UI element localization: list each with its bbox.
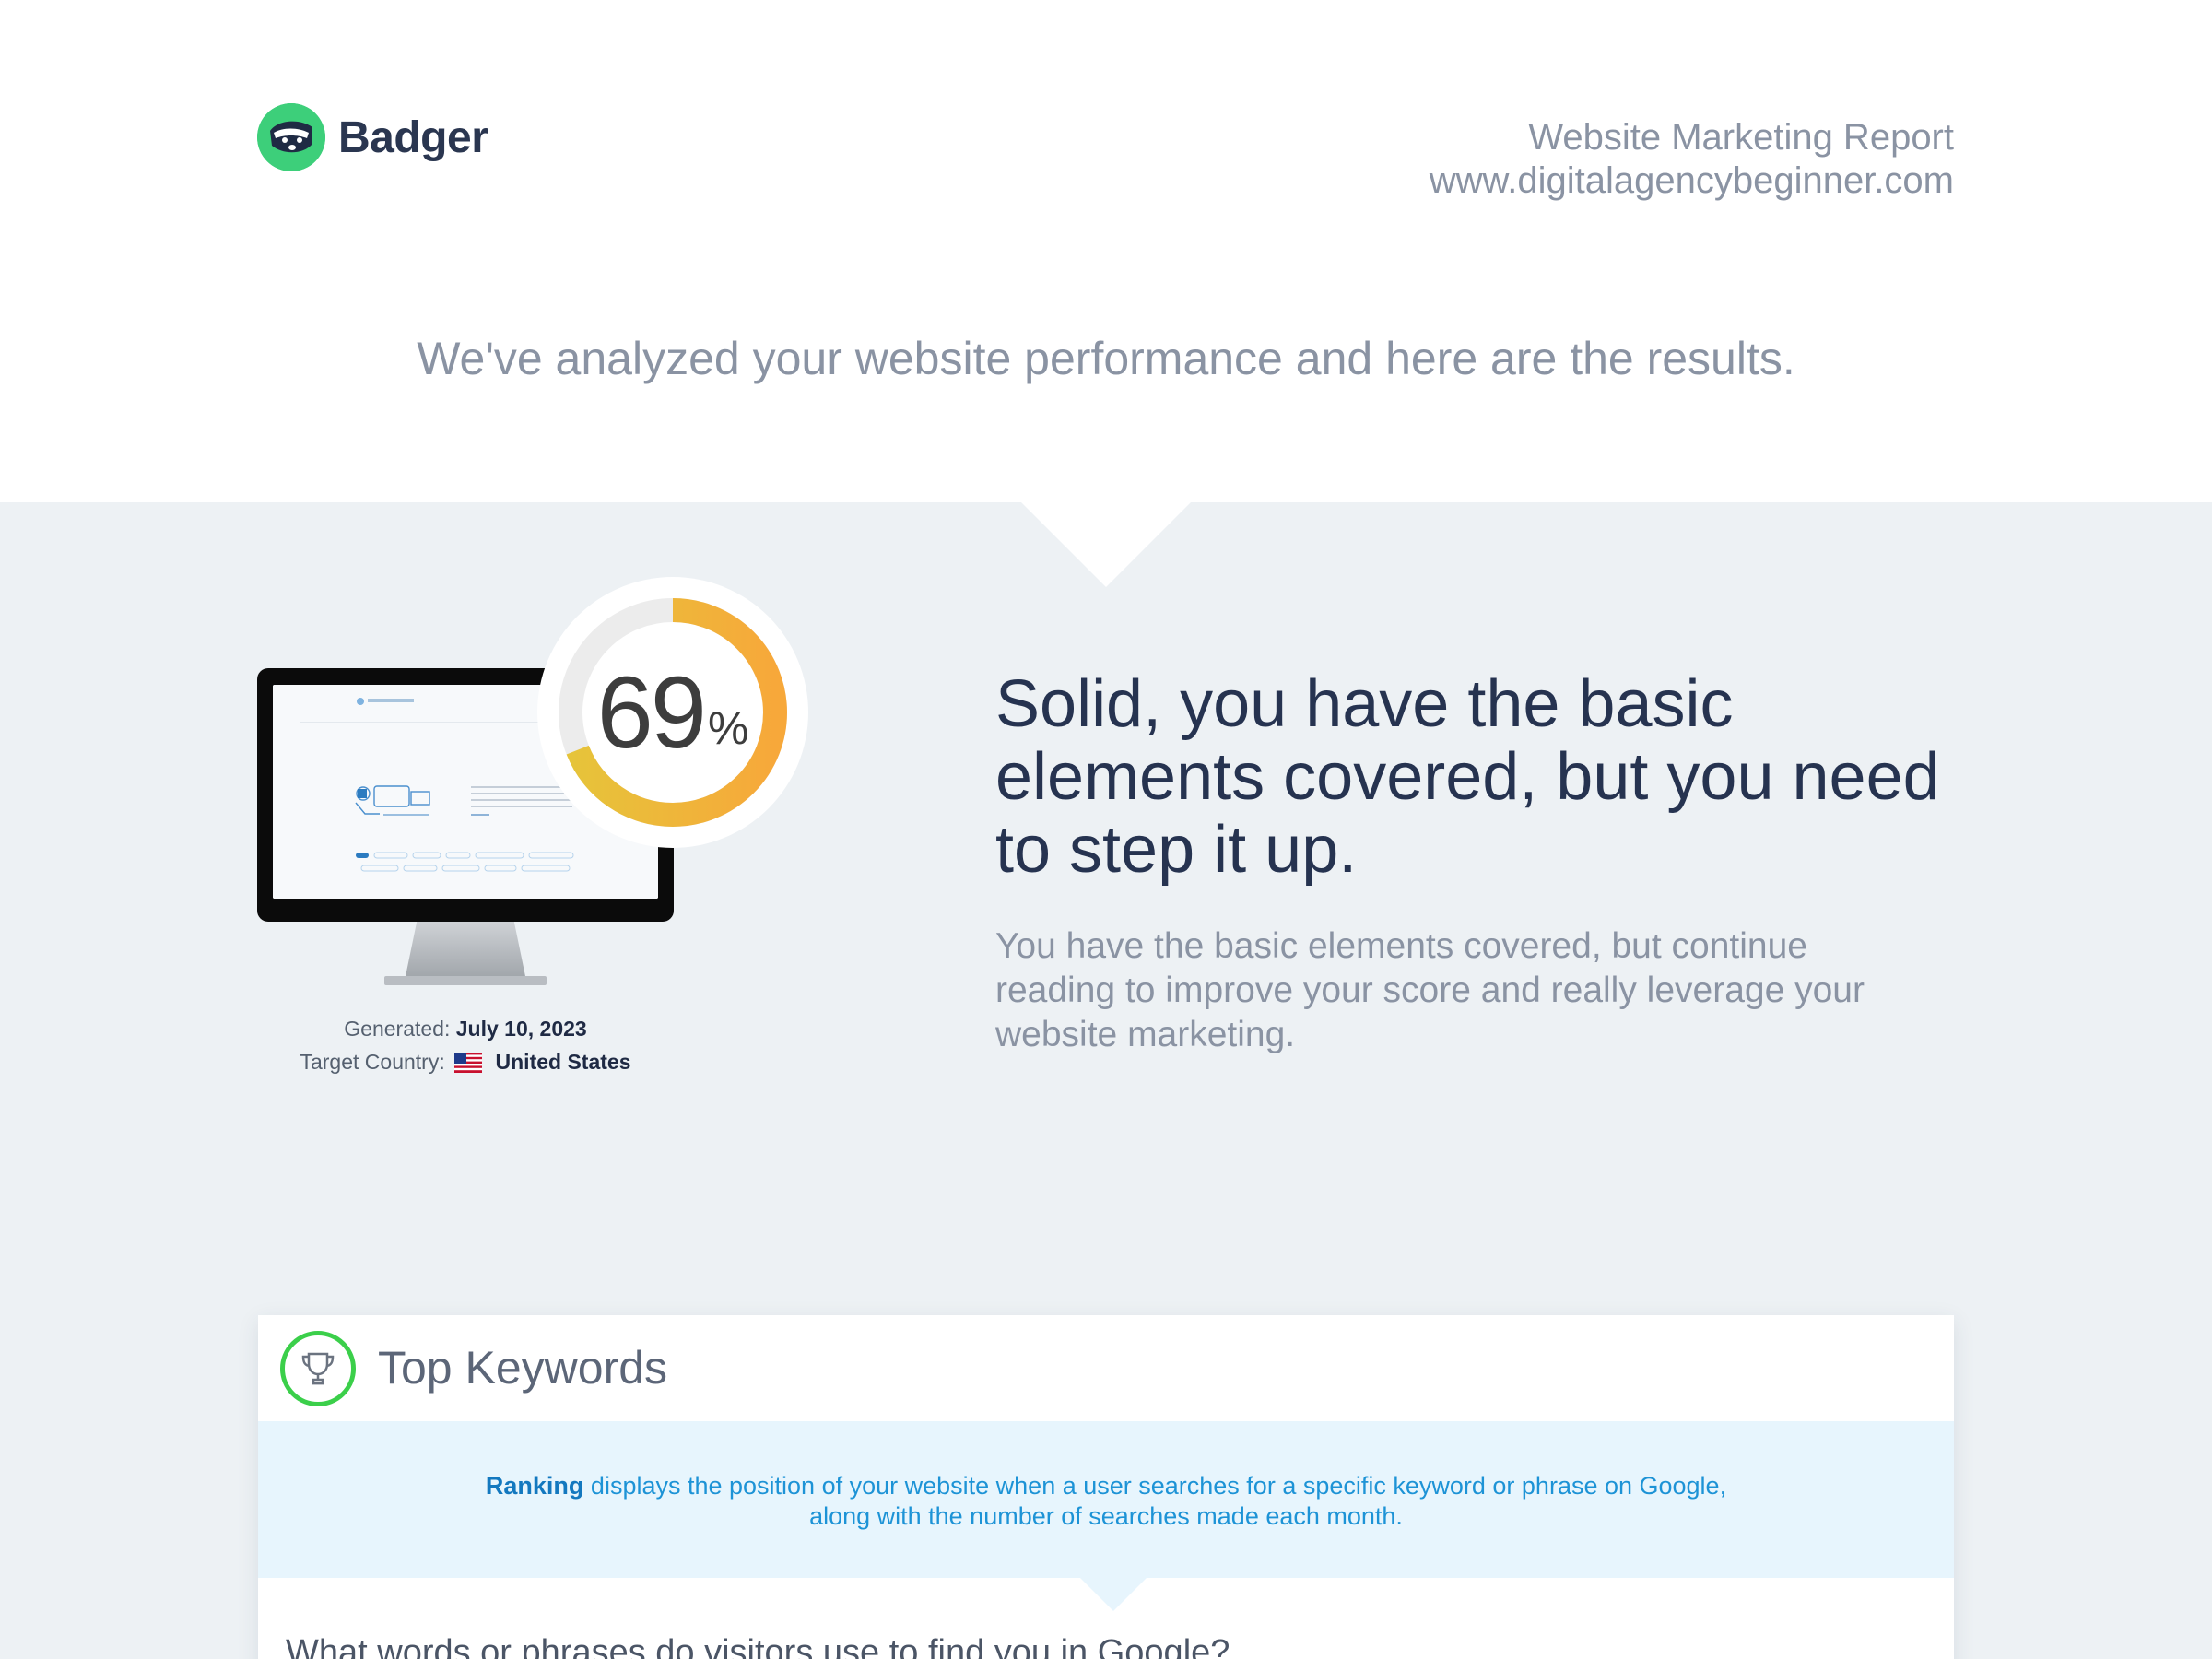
intro-text: We've analyzed your website performance … bbox=[417, 333, 1795, 384]
monitor-base bbox=[384, 976, 547, 985]
generated-date: July 10, 2023 bbox=[455, 1017, 587, 1041]
badger-logo-icon bbox=[257, 103, 325, 171]
score-unit: % bbox=[707, 702, 749, 754]
keywords-question: What words or phrases do visitors use to… bbox=[286, 1633, 1230, 1659]
ranking-info-line-2: along with the number of searches made e… bbox=[809, 1502, 1403, 1530]
report-url[interactable]: www.digitalagencybeginner.com bbox=[1430, 159, 1954, 203]
score-headline: Solid, you have the basic elements cover… bbox=[995, 667, 1940, 887]
top-keywords-card: Top Keywords Ranking displays the positi… bbox=[258, 1315, 1954, 1659]
report-title: Website Marketing Report bbox=[1528, 117, 1954, 158]
generated-row: Generated: July 10, 2023 bbox=[257, 1012, 674, 1045]
target-country-label: Target Country: bbox=[300, 1050, 445, 1074]
ranking-term: Ranking bbox=[485, 1472, 584, 1500]
target-country-row: Target Country: United States bbox=[257, 1045, 674, 1078]
card-title: Top Keywords bbox=[378, 1342, 668, 1394]
info-pointer bbox=[1080, 1578, 1147, 1611]
report-details: Generated: July 10, 2023 Target Country:… bbox=[257, 1012, 674, 1078]
brand-logo[interactable]: Badger bbox=[257, 103, 488, 171]
ranking-info-box: Ranking displays the position of your we… bbox=[258, 1421, 1954, 1578]
section-pointer bbox=[1021, 502, 1191, 587]
report-meta: Website Marketing Report www.digitalagen… bbox=[1430, 116, 1954, 203]
report-header: Badger Website Marketing Report www.digi… bbox=[0, 0, 2212, 502]
score-description: You have the basic elements covered, but… bbox=[995, 926, 1865, 1054]
score-number: 69 bbox=[596, 655, 707, 770]
us-flag-icon bbox=[454, 1053, 483, 1073]
card-header: Top Keywords bbox=[258, 1315, 1954, 1421]
ranking-info-text: displays the position of your website wh… bbox=[583, 1472, 1727, 1500]
monitor-stand bbox=[405, 922, 526, 981]
brand-name: Badger bbox=[338, 112, 488, 162]
trophy-icon bbox=[280, 1331, 356, 1406]
target-country-value: United States bbox=[495, 1050, 631, 1074]
generated-label: Generated: bbox=[344, 1017, 451, 1041]
ranking-info-line-1: Ranking displays the position of your we… bbox=[258, 1471, 1954, 1501]
score-value: 69 % bbox=[537, 577, 808, 848]
